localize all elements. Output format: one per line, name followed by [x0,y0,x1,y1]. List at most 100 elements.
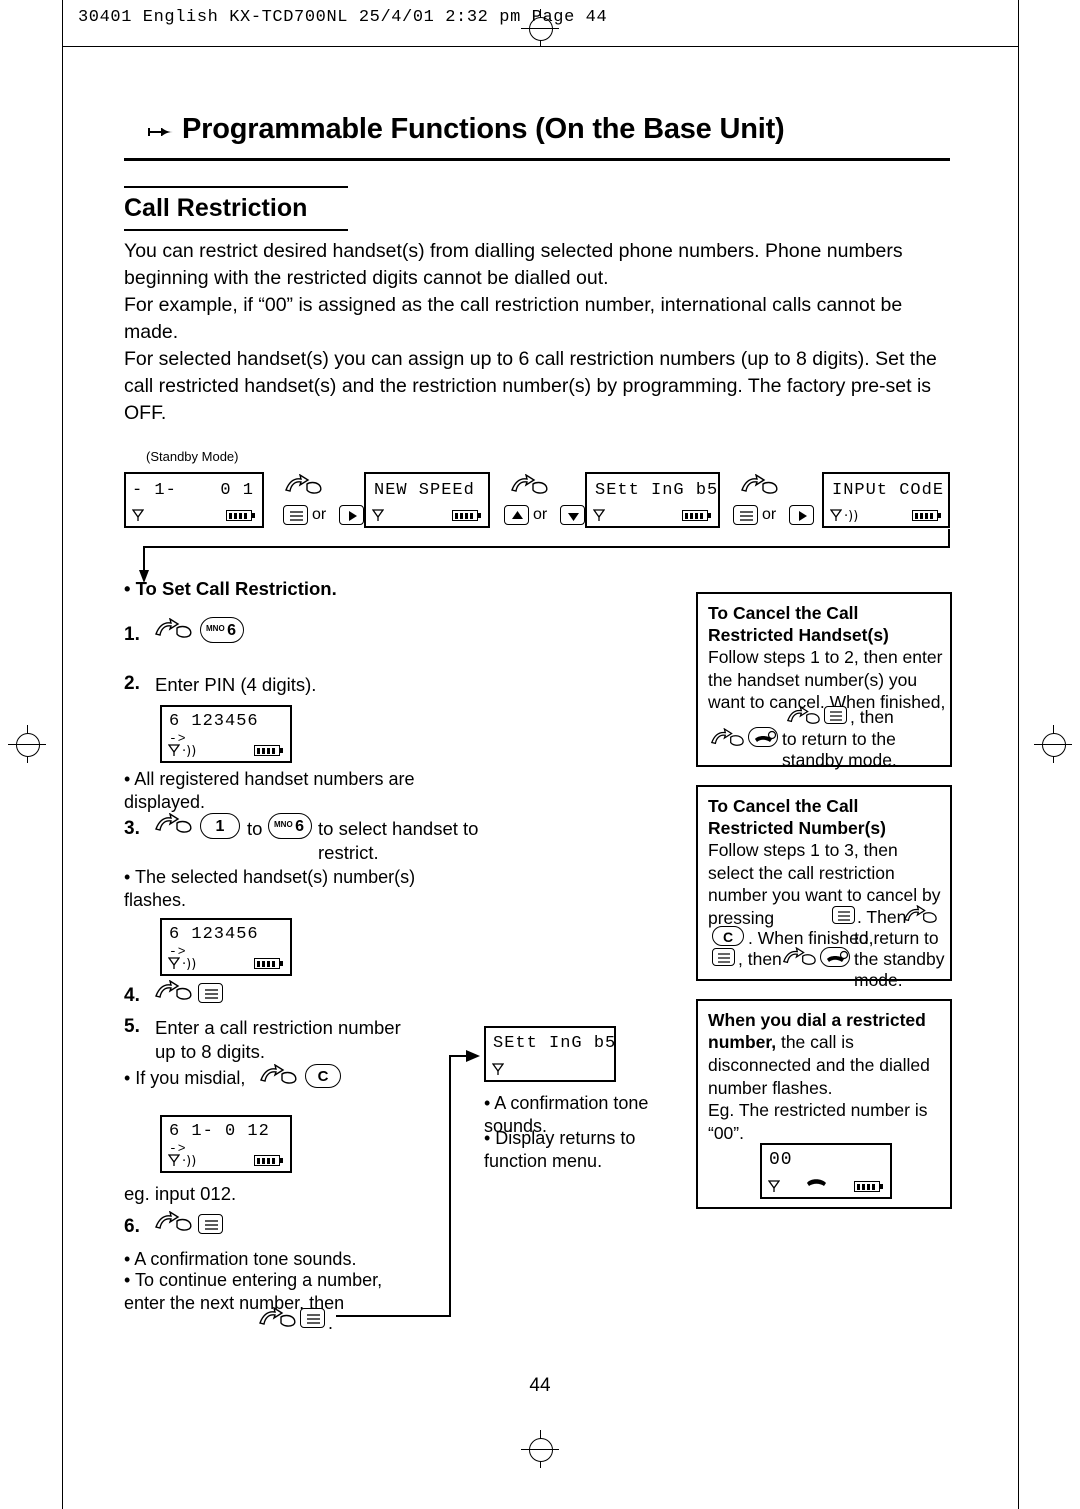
flow-connector-h1 [143,546,950,548]
battery-icon [912,510,941,521]
antenna-icon [371,508,385,522]
antenna-icon [167,1153,181,1167]
registration-mark-bottom [521,1430,559,1468]
menu-key-step4[interactable] [198,983,223,1003]
battery-icon [226,510,255,521]
menu-key-sb2b[interactable] [712,948,735,966]
sidebox3-body2: Eg. The restricted number is “00”. [708,1100,928,1143]
lcd-display-standby: - 1- 0 1 [124,472,264,528]
ringer-icon: ·)) [182,957,197,972]
or-label-2: or [533,506,548,523]
key-mno6-step1[interactable]: MNO 6 [200,617,244,643]
key-1-step3[interactable]: 1 [200,813,240,839]
ringer-icon: ·)) [182,744,197,759]
antenna-icon [592,508,606,522]
power-off-key-sb1[interactable] [748,727,778,747]
note-misdial: • If you misdial, [124,1068,246,1088]
menu-key-sb2[interactable] [832,906,855,924]
intro-text: You can restrict desired handset(s) from… [124,238,956,427]
crop-mark-left [62,0,63,1509]
sidebox3-body: disconnected and the dialled number flas… [708,1055,930,1098]
battery-icon [854,1181,883,1192]
menu-key-2[interactable] [733,505,758,525]
note-handsets-displayed: • All registered handset numbers are dis… [124,769,415,812]
antenna-icon [167,743,181,757]
step-5-number: 5. [124,1016,140,1037]
antenna-icon [167,956,181,970]
pointing-hand-icon-sb1 [786,705,822,731]
step-2-number: 2. [124,673,140,694]
page-number: 44 [529,1375,551,1396]
step-4-number: 4. [124,985,140,1006]
sidebox1-body-a: Follow steps 1 to 2, then enter the hand… [708,647,946,712]
lcd-display-handsets: 6 123456 -> ·)) [160,918,292,976]
down-arrow-key[interactable] [560,505,585,525]
loop-connector-h-bottom [336,1315,451,1317]
sidebox2-body-b: . Then [857,907,907,927]
handset-off-icon [804,1175,830,1194]
right-arrow-key-2[interactable] [789,505,814,525]
note-continue-entering: • To continue entering a number, enter t… [124,1270,383,1313]
battery-icon [452,510,481,521]
note-confirmation-tone: • A confirmation tone sounds. [124,1249,357,1269]
or-label-3: or [762,506,777,523]
section-rule-bottom [124,229,348,231]
ringer-icon: ·)) [182,1154,197,1169]
up-arrow-key[interactable] [504,505,529,525]
battery-icon [254,958,283,969]
pointing-hand-icon-2 [510,473,550,496]
step-3-text: to select handset to restrict. [318,818,479,863]
pointing-hand-icon-step6 [154,1210,194,1233]
pointing-hand-icon-misdial [259,1063,299,1086]
registration-mark-left [8,725,46,763]
step-3-mid-label: to [247,818,263,839]
lcd-display-restricted-flash: 00 [760,1143,892,1199]
antenna-icon [767,1179,781,1193]
antenna-icon [491,1062,505,1076]
menu-key-step6[interactable] [198,1214,223,1234]
pointing-hand-icon-1 [284,473,324,496]
or-label-1: or [312,506,327,523]
menu-key-note5[interactable] [300,1308,325,1328]
pointing-hand-icon-note5 [258,1306,298,1329]
note-selected-handsets-flash: • The selected handset(s) number(s) flas… [124,867,416,910]
right-arrow-icon [148,122,174,142]
example-input-text: eg. input 012. [124,1183,237,1204]
step-1-number: 1. [124,624,140,645]
sidebox2-title: To Cancel the Call Restricted Number(s) [708,796,886,838]
pointing-hand-icon-sb2 [903,904,939,930]
section-rule-top [124,186,348,188]
sidebox-cancel-handsets: To Cancel the Call Restricted Handset(s)… [696,592,952,770]
loop-connector-arrowhead [466,1048,482,1069]
sidebox1-title: To Cancel the Call Restricted Handset(s) [708,603,889,645]
sidebox3-title: When you dial a restricted number, the c… [708,1009,948,1053]
registration-mark-right [1034,725,1072,763]
loop-connector-v [449,1055,451,1317]
crop-mark-right [1018,0,1019,1509]
procedure-heading: • To Set Call Restriction. [124,578,337,599]
battery-icon [254,1155,283,1166]
sidebox1-body: Follow steps 1 to 2, then enter the hand… [708,646,946,714]
pointing-hand-icon-sb1b [710,727,746,753]
header-rule [62,46,1018,47]
key-mno6-step3[interactable]: MNO 6 [268,813,312,839]
lcd-display-confirmation: SEtt InG b5 [484,1026,616,1082]
title-rule [124,158,950,161]
power-off-key-sb2[interactable] [820,947,850,967]
sidebox2-body-d: , then [738,949,782,969]
intro-paragraph-2: For example, if “00” is assigned as the … [124,294,903,343]
sidebox2-body-e: to return to the standby mode. [854,928,945,990]
sidebox1-body-b: , then [850,707,894,727]
step-6-number: 6. [124,1216,140,1237]
right-arrow-key-1[interactable] [339,505,364,525]
antenna-icon [829,508,843,522]
intro-paragraph-1: You can restrict desired handset(s) from… [124,240,903,289]
ringer-icon: ·)) [844,509,859,524]
menu-key-sb1[interactable] [824,706,847,724]
key-clear[interactable]: C [305,1064,341,1088]
step-3-number: 3. [124,818,140,839]
sidebox-cancel-numbers: To Cancel the Call Restricted Number(s) … [696,785,952,990]
step-2-text: Enter PIN (4 digits). [155,674,317,695]
key-clear-sb2[interactable]: C [712,926,744,946]
menu-key-1[interactable] [283,505,308,525]
